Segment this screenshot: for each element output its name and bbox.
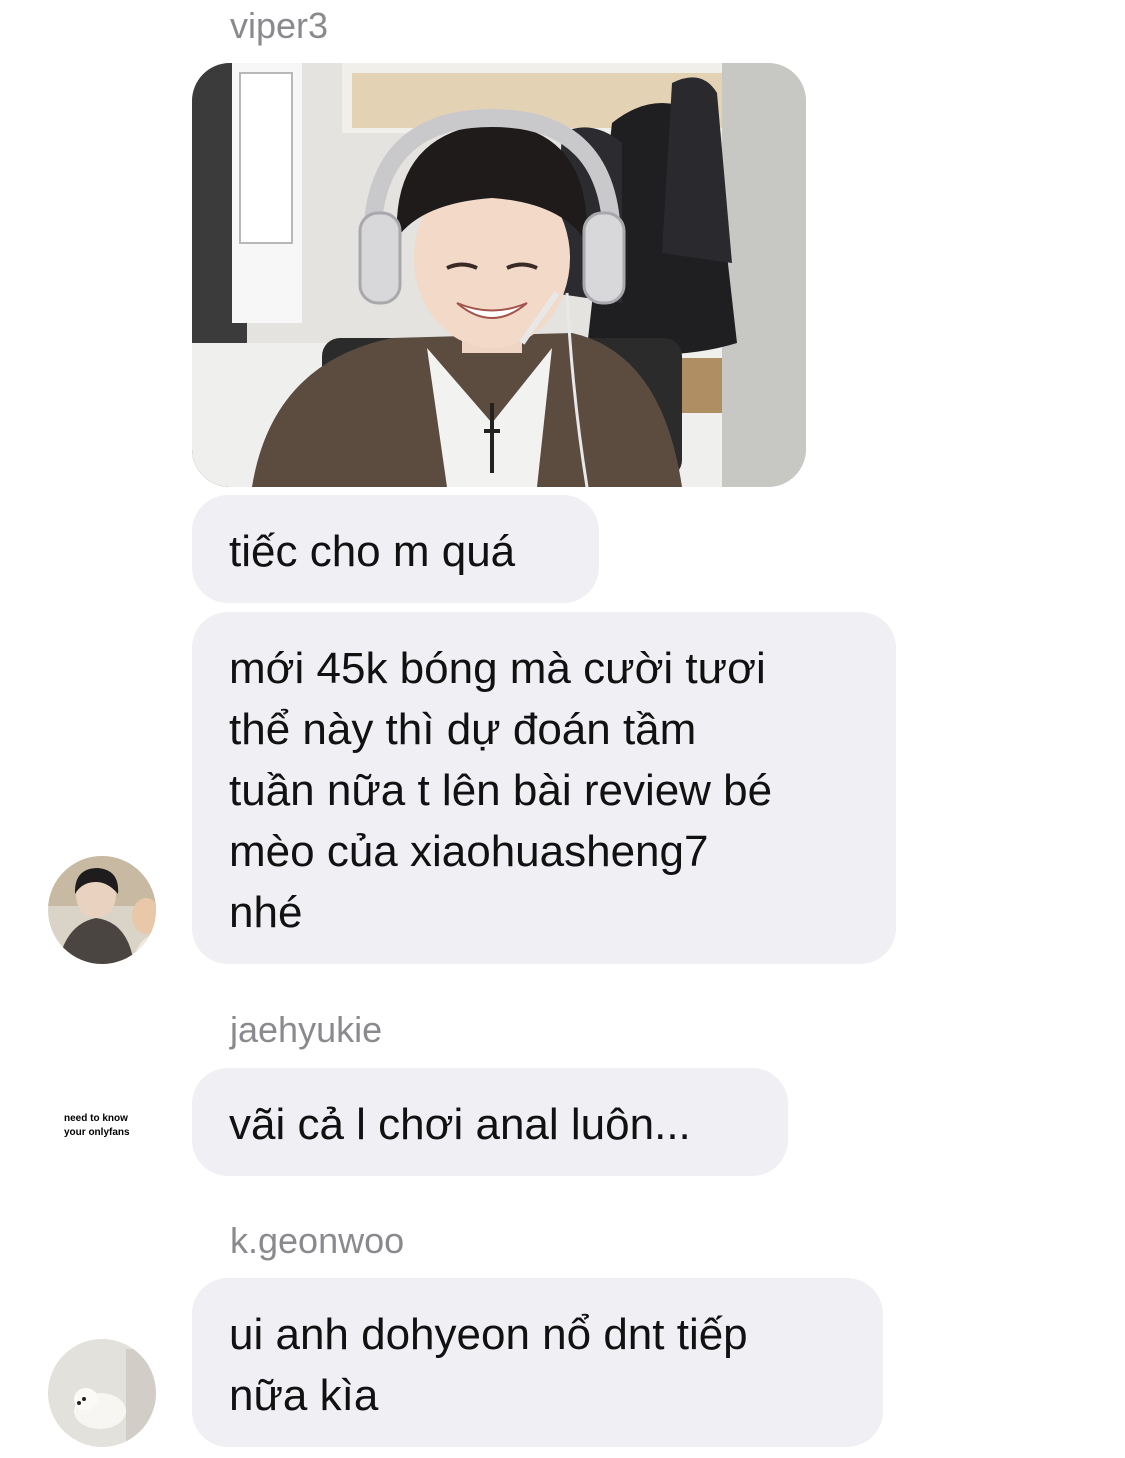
sender-name[interactable]: viper3 bbox=[230, 6, 328, 46]
message-bubble[interactable]: tiếc cho m quá bbox=[192, 495, 599, 603]
message-bubble[interactable]: ui anh dohyeon nổ dnt tiếp nữa kìa bbox=[192, 1278, 883, 1447]
message-bubble[interactable]: vãi cả l chơi anal luôn... bbox=[192, 1068, 788, 1176]
message-bubble[interactable]: mới 45k bóng mà cười tươi thể này thì dự… bbox=[192, 612, 896, 964]
avatar[interactable] bbox=[48, 1339, 156, 1447]
shared-photo[interactable] bbox=[192, 63, 806, 487]
sender-name[interactable]: k.geonwoo bbox=[230, 1221, 404, 1261]
avatar[interactable] bbox=[48, 856, 156, 964]
avatar-text[interactable]: need to know your onlyfans bbox=[52, 1112, 152, 1140]
sender-name[interactable]: jaehyukie bbox=[230, 1010, 382, 1050]
